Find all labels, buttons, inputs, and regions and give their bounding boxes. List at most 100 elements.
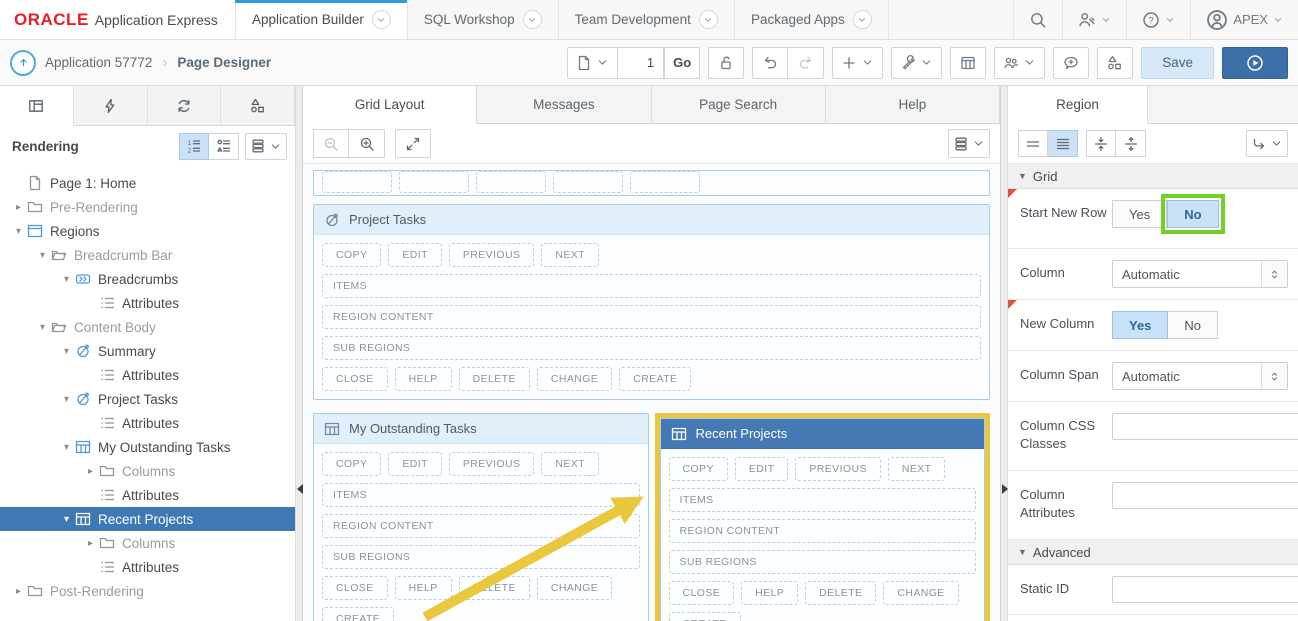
tree-item-content-body[interactable]: ▾ Content Body [0,315,295,339]
user-menu[interactable]: APEX [1190,0,1298,39]
search-button[interactable] [1013,0,1062,39]
expand-icon[interactable]: ▸ [10,202,27,213]
grid-action-button[interactable]: EDIT [388,452,442,476]
grid-action-button[interactable]: COPY [322,243,382,267]
collapse-all-button[interactable] [1086,130,1116,157]
go-to-group-button[interactable] [1246,130,1288,157]
create-menu-button[interactable] [832,46,884,79]
section-advanced[interactable]: ▼ Advanced [1008,540,1298,566]
grid-action-button[interactable]: HELP [741,581,799,605]
grid-action-button[interactable]: CLOSE [322,367,388,391]
grid-action-button[interactable]: NEXT [541,243,599,267]
tab-page-search[interactable]: Page Search [652,86,826,123]
tree-item-attributes[interactable]: Attributes [0,555,295,579]
tree-item-regions[interactable]: ▾ Regions [0,219,295,243]
tree-item-pre-rendering[interactable]: ▸ Pre-Rendering [0,195,295,219]
tree-item-post-rendering[interactable]: ▸ Post-Rendering [0,579,295,603]
spinner-icon[interactable] [1261,261,1287,287]
expand-icon[interactable]: ▸ [82,538,99,549]
run-button[interactable] [1222,46,1288,79]
page-selector-button[interactable] [567,46,619,79]
redo-button[interactable] [788,46,825,79]
region-header[interactable]: My Outstanding Tasks [314,414,648,444]
undo-button[interactable] [752,46,789,79]
region-header[interactable]: Recent Projects [660,419,984,449]
grid-action-button[interactable]: COPY [322,452,382,476]
show-all-button[interactable] [1048,130,1078,157]
column-span-select[interactable]: Automatic [1112,362,1288,390]
lock-button[interactable] [708,46,745,79]
region-project-tasks[interactable]: Project Tasks COPY EDIT PREVIOUS NEXT ITEMS… [313,204,990,400]
feedback-button[interactable] [1053,46,1090,79]
grid-action-button[interactable]: DELETE [458,367,530,391]
grid-action-button[interactable]: CREATE [322,607,395,621]
expand-all-button[interactable] [395,129,431,158]
tab-page-shared-components[interactable] [221,86,295,125]
expand-icon[interactable]: ▸ [82,466,99,477]
tree-item-columns[interactable]: ▸ Columns [0,531,295,555]
go-button[interactable]: Go [664,46,701,79]
tree-item-attributes[interactable]: Attributes [0,291,295,315]
region-recent-projects-selected[interactable]: Recent Projects COPY EDIT PREVIOUS NEXT ITE… [659,418,985,621]
collapse-icon[interactable]: ▾ [58,514,75,525]
tree-item-columns[interactable]: ▸ Columns [0,459,295,483]
grid-action-button[interactable]: HELP [394,367,452,391]
new-column-yes-button[interactable]: Yes [1112,311,1169,339]
static-id-input[interactable] [1112,576,1298,604]
grid-slot[interactable]: ITEMS [322,274,981,298]
left-splitter[interactable] [295,86,303,621]
grid-action-button[interactable]: COPY [668,457,728,481]
expand-all-button[interactable] [1116,130,1146,157]
grid-slot[interactable]: SUB REGIONS [322,336,981,360]
column-select[interactable]: Automatic [1112,260,1288,288]
tab-packaged-apps[interactable]: Packaged Apps [734,0,889,39]
grid-action-stub[interactable] [630,171,700,193]
grid-slot[interactable]: ITEMS [668,488,976,512]
grid-action-button[interactable]: CHANGE [536,367,613,391]
grid-slot[interactable]: REGION CONTENT [322,305,981,329]
grid-action-button[interactable]: CREATE [619,367,692,391]
collapse-icon[interactable]: ▾ [58,442,75,453]
tab-dynamic-actions[interactable] [74,86,148,125]
column-attributes-input[interactable] [1112,482,1298,510]
grid-slot[interactable]: SUB REGIONS [668,550,976,574]
grid-action-button[interactable]: CHANGE [883,581,959,605]
chevron-down-icon[interactable] [852,10,872,29]
tree-item-attributes[interactable]: Attributes [0,483,295,507]
grid-action-button[interactable]: CLOSE [322,576,388,600]
start-new-row-yes-button[interactable]: Yes [1112,200,1168,228]
grid-slot[interactable]: REGION CONTENT [668,519,976,543]
sort-by-order-button[interactable] [179,132,209,160]
tree-item-attributes[interactable]: Attributes [0,363,295,387]
tree-item-recent-projects-selected[interactable]: ▾ Recent Projects [0,507,295,531]
grid-action-button[interactable]: CREATE [668,612,741,621]
tab-grid-layout[interactable]: Grid Layout [303,86,478,124]
layout-menu-button[interactable] [948,129,990,158]
collapse-icon[interactable]: ▾ [58,346,75,357]
tree-item-my-outstanding-tasks[interactable]: ▾ My Outstanding Tasks [0,435,295,459]
help-menu[interactable] [1126,0,1190,39]
page-view-button[interactable] [950,46,987,79]
collapse-icon[interactable]: ▾ [34,322,51,333]
spinner-icon[interactable] [1261,363,1287,389]
tab-processing[interactable] [148,86,222,125]
region-my-outstanding-tasks[interactable]: My Outstanding Tasks COPY EDIT PREVIOUS NEX… [313,413,649,621]
grid-action-stub[interactable] [553,171,623,193]
start-new-row-no-button-highlighted[interactable]: No [1161,194,1225,234]
collapse-icon[interactable]: ▾ [34,250,51,261]
tab-help[interactable]: Help [826,86,1000,123]
tree-item-page[interactable]: Page 1: Home [0,171,295,195]
grid-slot[interactable]: SUB REGIONS [322,545,640,569]
sort-by-type-button[interactable] [209,132,239,160]
expand-icon[interactable]: ▸ [10,586,27,597]
grid-action-button[interactable]: HELP [394,576,452,600]
tab-application-builder[interactable]: Application Builder [235,0,408,39]
right-splitter[interactable] [1000,86,1008,621]
zoom-in-button[interactable] [349,129,385,158]
page-number-input[interactable] [618,46,665,79]
collapse-icon[interactable]: ▾ [10,226,27,237]
region-partial-top[interactable] [313,170,990,196]
collapse-icon[interactable]: ▾ [58,274,75,285]
collapse-icon[interactable]: ▾ [58,394,75,405]
grid-action-button[interactable]: PREVIOUS [448,452,535,476]
